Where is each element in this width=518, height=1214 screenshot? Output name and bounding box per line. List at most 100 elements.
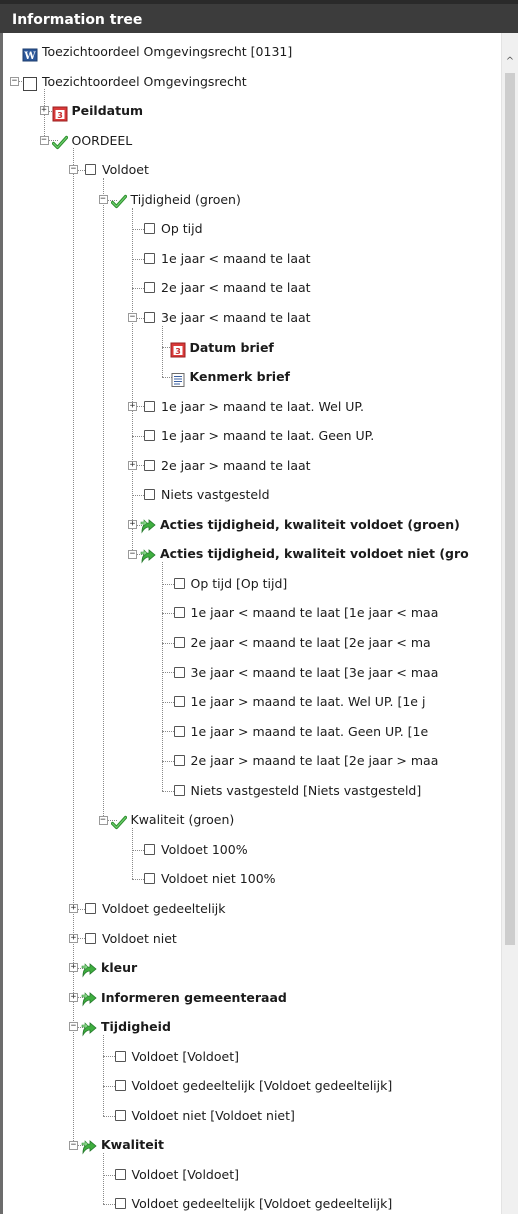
tree-node[interactable]: Op tijd [Op tijd] (172, 569, 287, 598)
tree-node-label: OORDEEL (71, 132, 133, 148)
tree-node[interactable]: Voldoet niet (83, 924, 177, 953)
tree-node[interactable]: Niets vastgesteld [Niets vastgesteld] (172, 776, 421, 805)
collapse-minus-icon[interactable]: − (98, 815, 108, 825)
tree-node[interactable]: Kwaliteit (groen) (110, 805, 234, 834)
green-arrow-icon (81, 989, 97, 1007)
tree-node[interactable]: Acties tijdigheid, kwaliteit voldoet (gr… (140, 510, 460, 539)
tree-node[interactable]: 2e jaar < maand te laat (142, 273, 311, 302)
tree-node[interactable]: Niets vastgesteld (142, 480, 270, 509)
panel-title: Information tree (0, 0, 518, 33)
tree-node[interactable]: Voldoet niet 100% (142, 864, 276, 893)
collapse-minus-icon[interactable]: − (69, 1022, 78, 1032)
tree-node[interactable]: Voldoet gedeeltelijk [Voldoet gedeelteli… (113, 1189, 392, 1214)
checkbox-icon (173, 666, 185, 678)
checkbox-icon (173, 577, 185, 589)
tree-node[interactable]: Voldoet (83, 155, 149, 184)
tree-node[interactable]: Voldoet niet [Voldoet niet] (113, 1101, 295, 1130)
checkbox-icon (173, 725, 185, 737)
tree-node[interactable]: Voldoet [Voldoet] (113, 1042, 239, 1071)
tree-node-label: Acties tijdigheid, kwaliteit voldoet (gr… (160, 516, 460, 532)
collapse-minus-icon[interactable]: − (69, 165, 78, 175)
tree-node[interactable]: 2e jaar > maand te laat (142, 451, 311, 480)
expand-plus-icon[interactable]: + (39, 106, 49, 116)
tree-node[interactable]: Op tijd (142, 214, 203, 243)
tree-node-label: Tijdigheid (groen) (130, 191, 241, 207)
green-arrow-icon (140, 516, 156, 534)
tree-node[interactable]: Acties tijdigheid, kwaliteit voldoet nie… (140, 539, 469, 568)
tree-node-label: Datum brief (189, 339, 274, 355)
tree-node[interactable]: Voldoet gedeeltelijk [Voldoet gedeelteli… (113, 1071, 392, 1100)
tree-node-label: Acties tijdigheid, kwaliteit voldoet nie… (160, 546, 469, 562)
tree-node-label: Voldoet (102, 162, 149, 178)
expand-plus-icon[interactable]: + (128, 520, 137, 530)
tree-node[interactable]: 3e jaar < maand te laat (142, 303, 311, 332)
tree-node-label: 2e jaar > maand te laat (161, 457, 311, 473)
tree-node-label: 1e jaar > maand te laat. Wel UP. (161, 398, 364, 414)
tree-node-label: Voldoet niet (102, 930, 177, 946)
tree-node[interactable]: 2e jaar > maand te laat [2e jaar > maa (172, 746, 439, 775)
expand-plus-icon[interactable]: + (69, 992, 78, 1002)
checkbox-icon (144, 252, 155, 264)
expand-plus-icon[interactable]: + (128, 460, 137, 470)
green-arrow-icon (81, 1137, 97, 1155)
checkbox-icon (144, 430, 155, 442)
tree-node[interactable]: Toezichtoordeel Omgevingsrecht (22, 67, 247, 96)
expand-plus-icon[interactable]: + (69, 963, 78, 973)
tree-node-label: Kwaliteit (101, 1137, 164, 1153)
tree-node-label: Voldoet 100% (161, 841, 248, 857)
collapse-minus-icon[interactable]: − (128, 549, 137, 559)
tree-node-label: Peildatum (71, 103, 144, 119)
tree-node[interactable]: Tijdigheid (groen) (110, 185, 241, 214)
tree-node[interactable]: kleur (81, 953, 137, 982)
tree-node[interactable]: OORDEEL (51, 126, 133, 155)
tree-node-label: Toezichtoordeel Omgevingsrecht [0131] (42, 44, 293, 59)
tree-node[interactable]: Voldoet 100% (142, 835, 248, 864)
tree-node[interactable]: Informeren gemeenteraad (81, 983, 287, 1012)
tree-node[interactable]: Kenmerk brief (170, 362, 290, 391)
checkbox-icon (144, 489, 155, 501)
tree-node[interactable]: 3 Peildatum (52, 96, 144, 125)
collapse-minus-icon[interactable]: − (98, 195, 108, 205)
tree-node[interactable]: 3 Datum brief (170, 333, 274, 362)
checkbox-icon (173, 607, 185, 619)
tree-node[interactable]: Voldoet [Voldoet] (113, 1160, 239, 1189)
tree-node[interactable]: 1e jaar > maand te laat. Geen UP. [1e (172, 717, 429, 746)
tree-node[interactable]: 1e jaar > maand te laat. Geen UP. (142, 421, 374, 450)
text-doc-icon (170, 369, 186, 387)
tree-node-label: 2e jaar < maand te laat (161, 280, 311, 296)
tree-node[interactable]: 1e jaar < maand te laat (142, 244, 311, 273)
expand-plus-icon[interactable]: + (69, 904, 78, 914)
expand-plus-icon[interactable]: + (69, 933, 78, 943)
collapse-minus-icon[interactable]: − (39, 135, 49, 145)
tree-node[interactable]: 1e jaar < maand te laat [1e jaar < maa (172, 598, 438, 627)
expand-plus-icon[interactable]: + (128, 401, 137, 411)
tree-connector-line (132, 828, 133, 880)
checkbox-icon (173, 637, 185, 648)
scrollbar-thumb[interactable] (505, 73, 515, 945)
tree-node-label: 2e jaar > maand te laat [2e jaar > maa (190, 753, 439, 769)
tree-node[interactable]: W Toezichtoordeel Omgevingsrecht [0131] (22, 37, 292, 66)
tree-node-label: Informeren gemeenteraad (101, 989, 287, 1005)
tree-node[interactable]: 1e jaar > maand te laat. Wel UP. (142, 392, 364, 421)
svg-text:3: 3 (57, 111, 63, 120)
collapse-minus-icon[interactable]: − (69, 1140, 78, 1150)
tree-node-label: Voldoet niet [Voldoet niet] (131, 1107, 295, 1123)
tree-node-label: 1e jaar > maand te laat. Geen UP. [1e (190, 723, 429, 739)
collapse-minus-icon[interactable]: − (128, 313, 137, 323)
vertical-scrollbar[interactable]: ^ (501, 33, 518, 1214)
collapse-minus-icon[interactable]: − (10, 76, 19, 86)
checkbox-icon (144, 400, 155, 412)
tree-node[interactable]: 3e jaar < maand te laat [3e jaar < maa (172, 658, 438, 687)
tree-node[interactable]: Voldoet gedeeltelijk (83, 894, 226, 923)
tree-node[interactable]: 2e jaar < maand te laat [2e jaar < ma (172, 628, 431, 657)
green-check-icon (110, 812, 127, 829)
green-check-icon (110, 191, 127, 209)
tree-node-label: Voldoet [Voldoet] (131, 1048, 239, 1064)
tree-node[interactable]: Tijdigheid (81, 1012, 171, 1041)
word-doc-icon: W (22, 44, 38, 62)
tree-node-label: 1e jaar > maand te laat. Wel UP. [1e j (190, 694, 426, 710)
checkbox-icon (144, 223, 155, 235)
tree-node[interactable]: Kwaliteit (81, 1130, 164, 1159)
scroll-up-arrow-icon[interactable]: ^ (502, 55, 518, 69)
tree-node[interactable]: 1e jaar > maand te laat. Wel UP. [1e j (172, 687, 426, 716)
